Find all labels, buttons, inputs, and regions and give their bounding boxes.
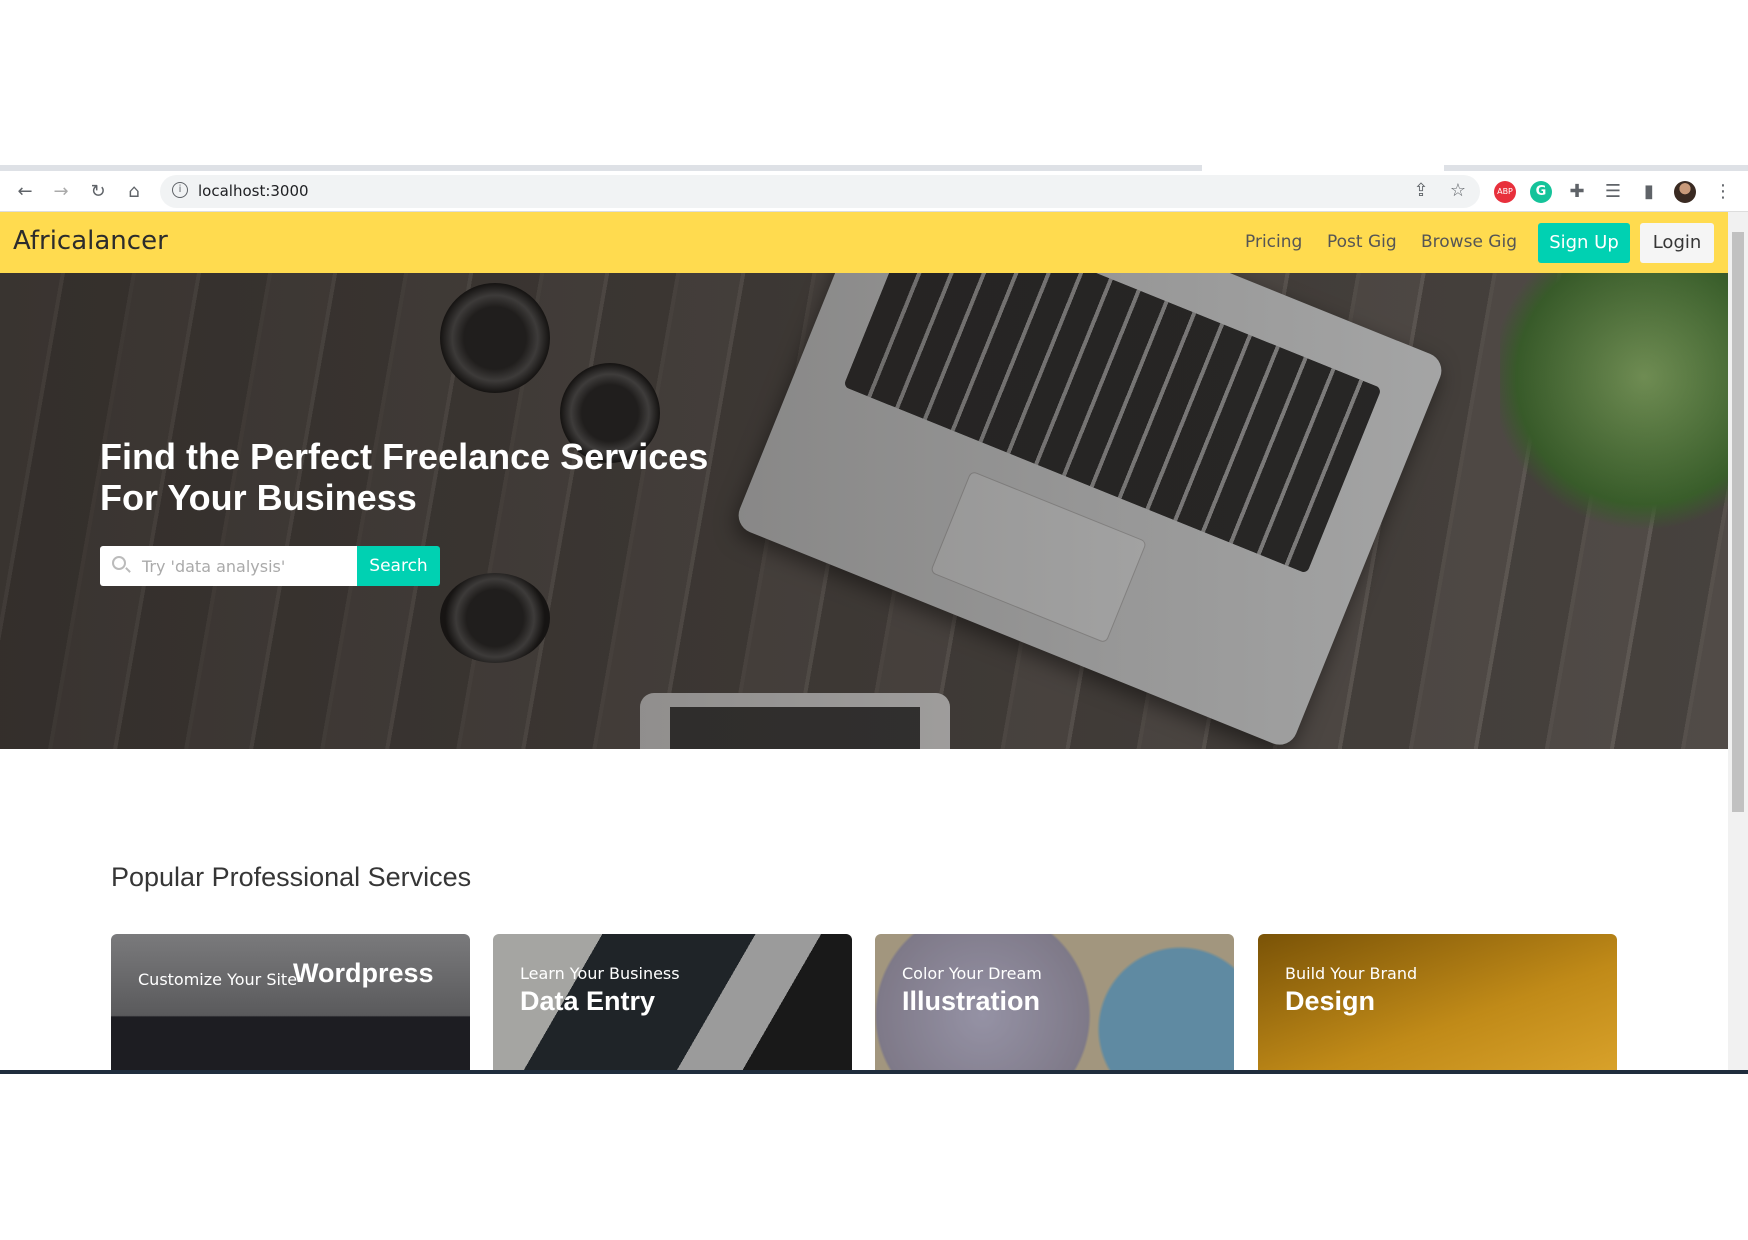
forward-icon[interactable]: → [50,181,72,203]
share-icon[interactable]: ⇪ [1410,180,1432,202]
search-input[interactable]: Try 'data analysis' [100,546,357,586]
browser-toolbar: ← → ↻ ⌂ i localhost:3000 ⇪ ☆ ABP G ✚ ☰ ▮… [0,171,1748,212]
grammarly-icon[interactable]: G [1530,181,1552,203]
card-subtitle: Customize Your Site [138,970,298,989]
card-subtitle: Learn Your Business [520,964,680,983]
login-button[interactable]: Login [1640,223,1714,263]
service-card-design[interactable]: Build Your Brand Design [1258,934,1617,1070]
url-text[interactable]: localhost:3000 [198,182,309,200]
profile-avatar[interactable] [1674,181,1696,203]
card-title: Illustration [902,986,1041,1016]
search-placeholder: Try 'data analysis' [142,557,286,576]
adblock-icon[interactable]: ABP [1494,181,1516,203]
service-card-illustration[interactable]: Color Your Dream Illustration [875,934,1234,1070]
card-title: Wordpress [293,958,434,988]
back-icon[interactable]: ← [14,181,36,203]
star-icon[interactable]: ☆ [1447,180,1469,202]
nav-post-gig[interactable]: Post Gig [1327,232,1397,252]
section-title: Popular Professional Services [111,862,472,892]
service-card-wordpress[interactable]: Customize Your Site Wordpress [111,934,470,1070]
page-scrollbar[interactable] [1728,212,1748,1070]
abp-label: ABP [1497,187,1513,196]
extensions-icon[interactable]: ✚ [1566,181,1588,203]
brand-logo[interactable]: Africalancer [13,226,168,256]
card-title: Data Entry [520,986,656,1016]
reading-list-icon[interactable]: ☰ [1602,181,1624,203]
search-button[interactable]: Search [357,546,440,586]
info-icon[interactable]: i [172,182,188,198]
g-label: G [1535,184,1547,199]
search-icon [112,556,126,570]
nav-pricing[interactable]: Pricing [1245,232,1302,252]
reload-icon[interactable]: ↻ [87,181,109,203]
hero-title-line2: For Your Business [100,477,417,518]
card-subtitle: Color Your Dream [902,964,1042,983]
card-subtitle: Build Your Brand [1285,964,1418,983]
side-panel-icon[interactable]: ▮ [1638,181,1660,203]
taskbar-edge [0,1070,1748,1074]
hero-title-line1: Find the Perfect Freelance Services [100,436,709,477]
hero-title: Find the Perfect Freelance Services For Y… [100,436,708,518]
scrollbar-thumb[interactable] [1732,232,1744,812]
signup-button[interactable]: Sign Up [1538,223,1630,263]
address-bar[interactable]: i localhost:3000 ⇪ ☆ [160,175,1480,208]
home-icon[interactable]: ⌂ [123,181,145,203]
hero-section: Find the Perfect Freelance Services For Y… [0,273,1728,749]
service-card-data-entry[interactable]: Learn Your Business Data Entry [493,934,852,1070]
card-title: Design [1285,986,1376,1016]
nav-browse-gig[interactable]: Browse Gig [1421,232,1517,252]
navbar: Africalancer Pricing Post Gig Browse Gig… [0,212,1728,273]
menu-icon[interactable]: ⋮ [1712,181,1734,203]
